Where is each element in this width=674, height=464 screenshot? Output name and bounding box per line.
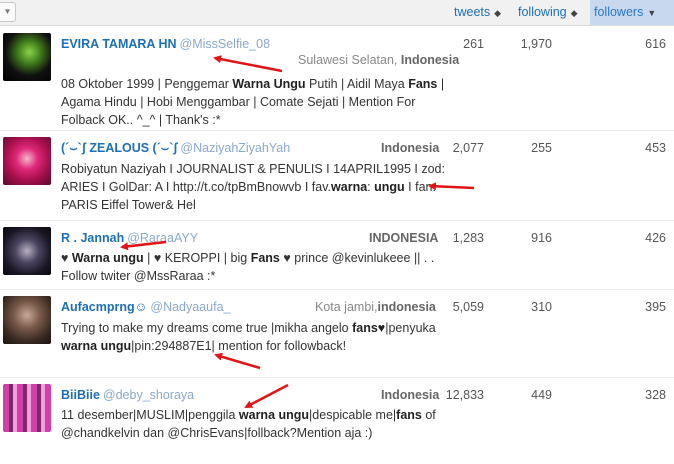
bio-text: Trying to make my dreams come true |mikh… <box>61 321 353 335</box>
user-name[interactable]: EVIRA TAMARA HN <box>61 37 177 51</box>
tweets-count: 1,283 <box>452 231 484 245</box>
followers-count: 453 <box>645 141 666 155</box>
avatar[interactable] <box>3 296 51 344</box>
followers-count: 426 <box>645 231 666 245</box>
location-prefix: Kota jambi, <box>315 300 378 314</box>
avatar[interactable] <box>3 137 51 185</box>
avatar[interactable] <box>3 227 51 275</box>
user-handle[interactable]: @Nadyaaufa_ <box>150 300 230 314</box>
tweets-count: 5,059 <box>452 300 484 314</box>
bio-highlight: warna ungu <box>61 339 132 353</box>
bio-highlight: fans <box>396 408 422 422</box>
user-name[interactable]: (´⌣`ʃ ZEALOUS (´⌣`ʃ <box>61 141 177 155</box>
user-handle[interactable]: @deby_shoraya <box>103 388 194 402</box>
user-location: Sulawesi Selatan, Indonesia <box>298 53 459 67</box>
user-location: Kota jambi,indonesia <box>315 300 436 314</box>
user-bio: 08 Oktober 1999 | Penggemar Warna Ungu P… <box>61 75 446 129</box>
followers-count: 328 <box>645 388 666 402</box>
followers-header-label: followers <box>594 5 644 19</box>
following-count: 255 <box>531 141 552 155</box>
avatar[interactable] <box>3 33 51 81</box>
user-name-line: EVIRA TAMARA HN @MissSelfie_08 <box>61 37 270 51</box>
table-row[interactable]: R . Jannah @RaraaAYY INDONESIA ♥ Warna un… <box>0 221 674 290</box>
user-bio: Robiyatun Naziyah I JOURNALIST & PENULIS… <box>61 160 446 214</box>
user-handle[interactable]: @RaraaAYY <box>127 231 198 245</box>
followers-column-header[interactable]: followers ▼ <box>590 0 674 25</box>
tweets-column-header[interactable]: tweets ◆ <box>454 0 501 25</box>
tweets-header-label: tweets <box>454 5 491 19</box>
caret-down-icon: ▼ <box>647 8 657 18</box>
row-select-dropdown[interactable]: ▼ <box>0 2 16 22</box>
bio-text: ♥ <box>61 251 72 265</box>
bio-highlight: fans♥ <box>352 321 386 335</box>
user-bio: Trying to make my dreams come true |mikh… <box>61 319 446 355</box>
tweets-count: 261 <box>463 37 484 51</box>
bio-highlight: warna <box>331 180 368 194</box>
following-count: 916 <box>531 231 552 245</box>
bio-text: Putih | Aidil Maya <box>305 77 409 91</box>
bio-highlight: Warna Ungu <box>232 77 306 91</box>
bio-text: 08 Oktober 1999 | Penggemar <box>61 77 233 91</box>
bio-text: |pin:294887E1| mention for followback! <box>131 339 347 353</box>
following-column-header[interactable]: following ◆ <box>518 0 578 25</box>
user-handle[interactable]: @NaziyahZiyahYah <box>180 141 290 155</box>
bio-text: |penyuka <box>385 321 436 335</box>
bio-highlight: Fans <box>250 251 280 265</box>
table-header: ▼ tweets ◆ following ◆ followers ▼ <box>0 0 674 26</box>
bio-text: 11 desember|MUSLIM|penggila <box>61 408 239 422</box>
sort-arrows-icon: ◆ <box>570 8 578 18</box>
avatar[interactable] <box>3 384 51 432</box>
chevron-down-icon: ▼ <box>3 7 12 16</box>
tweets-count: 2,077 <box>452 141 484 155</box>
table-row[interactable]: Aufacmprng☺ @Nadyaaufa_ Kota jambi,indone… <box>0 290 674 378</box>
bio-text: |despicable me| <box>309 408 397 422</box>
user-name-line: BiiBiie @deby_shoraya <box>61 388 194 402</box>
user-bio: 11 desember|MUSLIM|penggila warna ungu|d… <box>61 406 446 442</box>
user-name-line: Aufacmprng☺ @Nadyaaufa_ <box>61 300 231 314</box>
user-name[interactable]: R . Jannah <box>61 231 124 245</box>
followers-count: 395 <box>645 300 666 314</box>
user-name[interactable]: BiiBiie <box>61 388 100 402</box>
sort-arrows-icon: ◆ <box>494 8 502 18</box>
followers-count: 616 <box>645 37 666 51</box>
bio-text: | ♥ KEROPPI | big <box>143 251 251 265</box>
user-name-line: (´⌣`ʃ ZEALOUS (´⌣`ʃ @NaziyahZiyahYah <box>61 141 290 156</box>
following-header-label: following <box>518 5 567 19</box>
bio-highlight: Fans <box>408 77 438 91</box>
table-row[interactable]: BiiBiie @deby_shoraya Indonesia 11 desemb… <box>0 378 674 464</box>
table-row[interactable]: EVIRA TAMARA HN @MissSelfie_08 Sulawesi S… <box>0 27 674 131</box>
table-row[interactable]: (´⌣`ʃ ZEALOUS (´⌣`ʃ @NaziyahZiyahYah Indo… <box>0 131 674 221</box>
user-handle[interactable]: @MissSelfie_08 <box>180 37 271 51</box>
bio-highlight: ungu <box>374 180 405 194</box>
location-country: Indonesia <box>400 53 460 67</box>
following-count: 1,970 <box>520 37 552 51</box>
location-prefix: Sulawesi Selatan, <box>298 53 401 67</box>
following-count: 310 <box>531 300 552 314</box>
bio-highlight: Warna ungu <box>71 251 144 265</box>
user-name-line: R . Jannah @RaraaAYY <box>61 231 198 245</box>
user-bio: ♥ Warna ungu | ♥ KEROPPI | big Fans ♥ pr… <box>61 249 446 285</box>
user-name[interactable]: Aufacmprng☺ <box>61 300 147 314</box>
tweets-count: 12,833 <box>445 388 484 402</box>
bio-highlight: warna ungu <box>238 408 310 422</box>
following-count: 449 <box>531 388 552 402</box>
